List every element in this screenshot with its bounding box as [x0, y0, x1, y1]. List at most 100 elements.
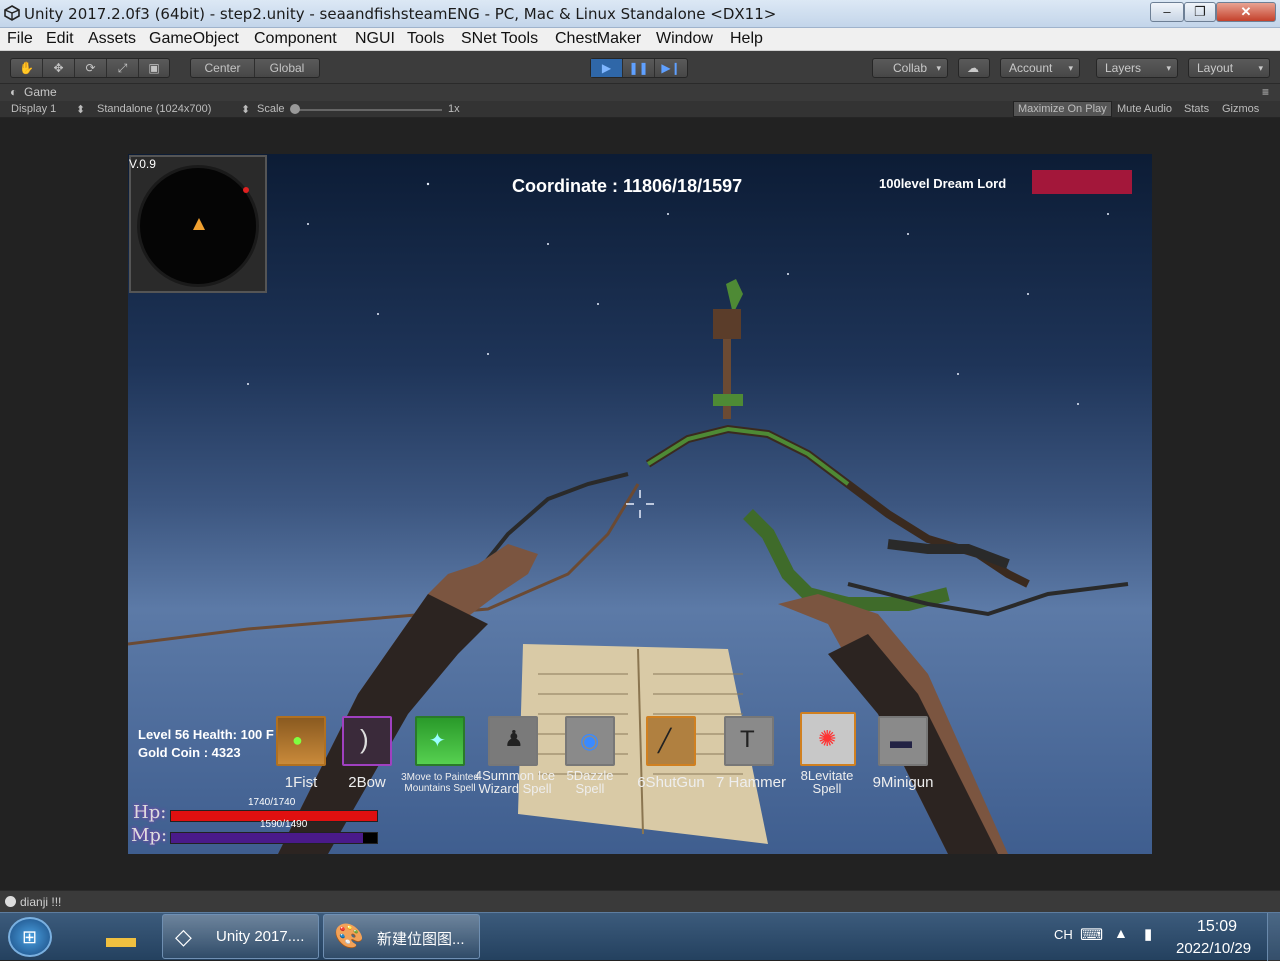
chevron-updown-icon: ⬍	[76, 104, 86, 116]
step-icon[interactable]: ▶❙	[655, 59, 687, 77]
hotbar-slot-4[interactable]: ♟	[488, 716, 538, 766]
folder-icon: ▬	[106, 921, 136, 954]
mute-audio-toggle[interactable]: Mute Audio	[1117, 103, 1172, 115]
scale-slider-thumb[interactable]	[290, 104, 300, 114]
pivot-center-label: Center	[204, 61, 241, 75]
keyboard-icon[interactable]: ⌨	[1080, 925, 1103, 945]
hotbar-slot-3[interactable]: ✦	[415, 716, 465, 766]
window-titlebar[interactable]: Unity 2017.2.0f3 (64bit) - step2.unity -…	[0, 0, 1280, 28]
play-icon[interactable]: ▶	[591, 59, 623, 77]
display-dropdown[interactable]: Display 1	[11, 103, 56, 115]
start-button[interactable]: ⊞	[8, 917, 52, 957]
scale-slider[interactable]	[292, 109, 442, 111]
pivot-global-button[interactable]: Global	[255, 59, 319, 77]
language-indicator[interactable]: CH	[1054, 927, 1073, 942]
hotbar-slot-5[interactable]: ◉	[565, 716, 615, 766]
maximize-button[interactable]: ❐	[1184, 2, 1216, 22]
menu-snet-tools[interactable]: SNet Tools	[461, 30, 538, 48]
account-dropdown[interactable]: Account ▾	[1000, 58, 1080, 78]
menu-window[interactable]: Window	[656, 30, 713, 48]
collab-label: Collab	[893, 61, 928, 75]
minigun-icon: ▬	[890, 728, 912, 753]
menu-chestmaker[interactable]: ChestMaker	[555, 30, 641, 48]
tab-menu-icon[interactable]: ≡	[1262, 85, 1269, 99]
hotbar-slot-9[interactable]: ▬	[878, 716, 928, 766]
layout-label: Layout	[1197, 61, 1234, 75]
rect-tool-icon[interactable]: ▣	[139, 59, 169, 77]
console-message: dianji !!!	[20, 895, 62, 909]
layers-dropdown[interactable]: Layers ▾	[1096, 58, 1178, 78]
show-desktop-button[interactable]	[1267, 913, 1280, 961]
explorer-pin[interactable]: ▬	[100, 919, 146, 957]
network-icon[interactable]: ▮	[1144, 925, 1152, 943]
hotbar-slot-8[interactable]: ✺	[800, 712, 856, 766]
game-controls: Display 1 ⬍ Standalone (1024x700) ⬍ Scal…	[0, 101, 1280, 118]
minimize-button[interactable]: –	[1150, 2, 1184, 22]
task-unity[interactable]: ◇ Unity 2017....	[162, 914, 319, 959]
menu-ngui[interactable]: NGUI	[355, 30, 395, 48]
menu-bar: File Edit Assets GameObject Component NG…	[0, 28, 1280, 51]
stats-toggle[interactable]: Stats	[1184, 103, 1209, 115]
hp-label: Hp:	[133, 802, 167, 823]
pause-icon[interactable]: ❚❚	[623, 59, 655, 77]
hotbar-label-3: 3Move to Painted Mountains Spell	[401, 772, 479, 794]
collab-dropdown[interactable]: Collab ▾	[872, 58, 948, 78]
cloud-icon: ☁	[967, 61, 979, 75]
rotate-tool-icon[interactable]: ⟳	[75, 59, 107, 77]
clock-date[interactable]: 2022/10/29	[1176, 940, 1251, 957]
scale-value: 1x	[448, 103, 460, 115]
pivot-center-button[interactable]: Center	[191, 59, 255, 77]
scale-tool-icon[interactable]: ⤢	[107, 59, 139, 77]
cloud-button[interactable]: ☁	[958, 58, 990, 78]
layout-dropdown[interactable]: Layout ▾	[1188, 58, 1270, 78]
hotbar-slot-2[interactable]: )	[342, 716, 392, 766]
mp-value: 1590/1490	[260, 819, 308, 830]
move-tool-icon[interactable]: ✥	[43, 59, 75, 77]
pivot-toggles: Center Global	[190, 58, 320, 78]
tray-expand-icon[interactable]: ▲	[1114, 925, 1128, 941]
chevron-down-icon: ▾	[1258, 63, 1263, 73]
levitate-icon: ✺	[818, 726, 837, 751]
fist-icon: ●	[292, 730, 303, 750]
game-viewport[interactable]: V.0.9 Coordinate : 11806/18/1597 100leve…	[128, 154, 1152, 854]
menu-file[interactable]: File	[7, 30, 33, 48]
menu-assets[interactable]: Assets	[88, 30, 136, 48]
transform-tools: ✋ ✥ ⟳ ⤢ ▣	[10, 58, 170, 78]
chevron-down-icon: ▾	[1068, 63, 1073, 73]
maximize-on-play-toggle[interactable]: Maximize On Play	[1013, 101, 1112, 117]
game-tab[interactable]: Game	[24, 85, 57, 99]
boss-name: 100level Dream Lord	[879, 176, 1007, 191]
hotbar-label-6: 6ShutGun	[637, 774, 705, 791]
hotbar-slot-7[interactable]: T	[724, 716, 774, 766]
gizmos-dropdown[interactable]: Gizmos	[1222, 103, 1259, 115]
layers-label: Layers	[1105, 61, 1142, 75]
chevron-down-icon: ▾	[936, 63, 941, 73]
close-button[interactable]: ✕	[1216, 2, 1276, 22]
console-status-bar[interactable]: dianji !!!	[0, 890, 1280, 912]
info-icon	[5, 896, 16, 907]
resolution-dropdown[interactable]: Standalone (1024x700)	[97, 103, 211, 115]
hotbar-slot-1[interactable]: ●	[276, 716, 326, 766]
hotbar-label-9: 9Minigun	[872, 774, 934, 791]
windows-logo-icon: ⊞	[22, 927, 38, 947]
ice-wizard-icon: ♟	[504, 726, 524, 751]
hotbar-label-4: 4Summon Ice Wizard Spell	[474, 768, 556, 796]
player-marker-icon	[193, 218, 205, 230]
menu-edit[interactable]: Edit	[46, 30, 74, 48]
menu-help[interactable]: Help	[730, 30, 763, 48]
hotbar-label-2: 2Bow	[348, 774, 386, 791]
task-paint[interactable]: 🎨 新建位图图...	[323, 914, 480, 959]
menu-tools[interactable]: Tools	[407, 30, 444, 48]
hotbar-slot-6[interactable]: ╱	[646, 716, 696, 766]
task-unity-label: Unity 2017....	[216, 928, 305, 945]
unity-logo-icon: ◇	[175, 924, 192, 949]
clock-time[interactable]: 15:09	[1197, 918, 1237, 936]
paint-icon: 🎨	[334, 923, 364, 950]
window-title: Unity 2017.2.0f3 (64bit) - step2.unity -…	[24, 5, 777, 23]
boss-health-bar	[1032, 170, 1132, 194]
menu-gameobject[interactable]: GameObject	[149, 30, 239, 48]
hotbar-label-8: 8Levitate Spell	[800, 768, 854, 796]
hand-tool-icon[interactable]: ✋	[11, 59, 43, 77]
hammer-icon: T	[740, 726, 755, 753]
menu-component[interactable]: Component	[254, 30, 337, 48]
